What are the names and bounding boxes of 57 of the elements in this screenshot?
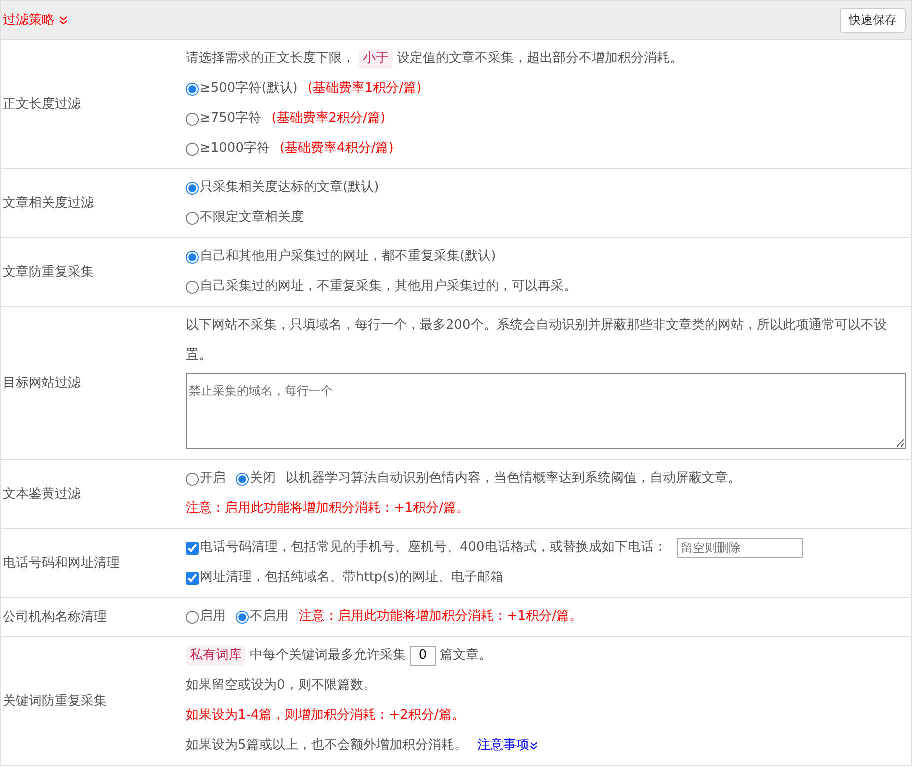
checkbox[interactable] [186, 572, 199, 584]
notes-link[interactable]: 注意事项 [477, 731, 538, 761]
radio-button[interactable] [186, 82, 199, 96]
count-input-field[interactable]: 0 [410, 646, 436, 666]
warning-text: 注意：启用此功能将增加积分消耗：+1积分/篇。 [186, 500, 470, 518]
phone-input-field[interactable]: 留空则删除 [676, 538, 803, 558]
radio-button[interactable] [186, 610, 199, 624]
radio-label[interactable]: 只采集相关度达标的文章(默认) [200, 173, 380, 203]
description-text: 如果设为5篇或以上，也不会额外增加积分消耗。 [186, 737, 468, 755]
double-chevron-icon[interactable] [59, 16, 68, 24]
radio-label[interactable]: 关闭 [250, 464, 276, 494]
description-text: 篇文章。 [440, 647, 492, 665]
radio-label[interactable]: 启用 [200, 602, 226, 632]
checkbox[interactable] [186, 542, 199, 554]
row-label: 电话号码和网址清理 [2, 555, 121, 572]
domain-textarea[interactable]: 禁止采集的域名，每行一个 [186, 373, 906, 449]
description-text: 以下网站不采集，只填域名，每行一个，最多200个。系统会自动识别并屏蔽那些非文章类的网站，所以此项通常可以不设置。 [186, 317, 888, 365]
radio-label[interactable]: ≥500字符(默认) [200, 74, 298, 104]
radio-button[interactable] [236, 610, 249, 624]
checkbox-label[interactable]: 网址清理，包括纯域名、带http(s)的网址、电子邮箱 [200, 563, 504, 593]
row-label: 文章相关度过滤 [2, 195, 95, 212]
radio-label[interactable]: ≥750字符 [200, 104, 262, 134]
quick-save-button[interactable]: 快速保存 [840, 8, 906, 32]
radio-label[interactable]: 不限定文章相关度 [200, 203, 304, 233]
radio-button[interactable] [186, 472, 199, 486]
keyword-tag: 小于 [359, 49, 393, 69]
description-text: 请选择需求的正文长度下限， [186, 50, 355, 68]
row-label: 文章防重复采集 [2, 264, 95, 281]
warning-text: 如果设为1-4篇，则增加积分消耗：+2积分/篇。 [186, 707, 465, 725]
radio-label[interactable]: 自己和其他用户采集过的网址，都不重复采集(默认) [200, 242, 496, 272]
row-label: 目标网站过滤 [2, 375, 82, 392]
warning-text: (基础费率4积分/篇) [280, 140, 394, 158]
row-label: 文本鉴黄过滤 [2, 486, 82, 503]
double-chevron-icon[interactable] [530, 742, 538, 750]
description-text: 中每个关键词最多允许采集 [250, 647, 406, 665]
radio-label[interactable]: ≥1000字符 [200, 134, 270, 164]
description-text: 如果留空或设为0，则不限篇数。 [186, 677, 376, 695]
row-label: 正文长度过滤 [2, 96, 82, 113]
radio-label[interactable]: 自己采集过的网址，不重复采集，其他用户采集过的，可以再采。 [200, 272, 577, 302]
description-text: 设定值的文章不采集，超出部分不增加积分消耗。 [397, 50, 683, 68]
radio-button[interactable] [186, 142, 199, 156]
radio-button[interactable] [186, 182, 199, 194]
row-label: 关键词防重复采集 [2, 693, 108, 710]
row-label: 公司机构名称清理 [2, 609, 108, 626]
radio-button[interactable] [186, 212, 199, 224]
radio-label[interactable]: 开启 [200, 464, 226, 494]
radio-button[interactable] [236, 472, 249, 486]
description-text: 以机器学习算法自动识别色情内容，当色情概率达到系统阈值，自动屏蔽文章。 [286, 470, 741, 488]
radio-button[interactable] [186, 280, 199, 294]
warning-text: (基础费率2积分/篇) [272, 110, 386, 128]
warning-text: (基础费率1积分/篇) [308, 80, 422, 98]
radio-button[interactable] [186, 250, 199, 264]
radio-label[interactable]: 不启用 [250, 602, 289, 632]
checkbox-label[interactable]: 电话号码清理，包括常见的手机号、座机号、400电话格式，或替换成如下电话： [200, 533, 667, 563]
keyword-tag: 私有词库 [186, 646, 246, 666]
radio-button[interactable] [186, 112, 199, 126]
warning-text: 注意：启用此功能将增加积分消耗：+1积分/篇。 [299, 608, 583, 626]
